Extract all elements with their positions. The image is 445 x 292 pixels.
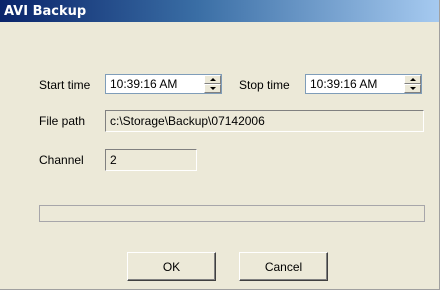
start-time-up-button[interactable] (204, 75, 221, 84)
backup-progress-bar (39, 205, 425, 222)
start-time-label: Start time (39, 78, 91, 92)
start-time-down-button[interactable] (204, 84, 221, 93)
stop-time-spinner[interactable]: 10:39:16 AM (305, 74, 422, 94)
ok-button[interactable]: OK (127, 252, 216, 281)
channel-value: 2 (110, 153, 117, 167)
channel-field: 2 (105, 149, 197, 171)
arrow-up-icon (209, 78, 216, 81)
arrow-up-icon (409, 78, 416, 81)
stop-time-value[interactable]: 10:39:16 AM (310, 77, 377, 91)
start-time-value[interactable]: 10:39:16 AM (110, 77, 177, 91)
arrow-down-icon (409, 87, 416, 90)
start-time-spin-buttons (204, 75, 221, 93)
file-path-label: File path (39, 114, 86, 128)
stop-time-up-button[interactable] (404, 75, 421, 84)
avi-backup-dialog: AVI Backup Start time 10:39:16 AM Stop t… (0, 0, 440, 290)
cancel-button[interactable]: Cancel (239, 252, 328, 281)
stop-time-spin-buttons (404, 75, 421, 93)
channel-label: Channel (39, 153, 84, 167)
window-title: AVI Backup (4, 4, 87, 19)
file-path-value: c:\Storage\Backup\07142006 (110, 114, 265, 128)
arrow-down-icon (209, 87, 216, 90)
file-path-field: c:\Storage\Backup\07142006 (105, 110, 424, 132)
stop-time-label: Stop time (239, 78, 290, 92)
title-bar[interactable]: AVI Backup (0, 0, 439, 22)
stop-time-down-button[interactable] (404, 84, 421, 93)
start-time-spinner[interactable]: 10:39:16 AM (105, 74, 222, 94)
